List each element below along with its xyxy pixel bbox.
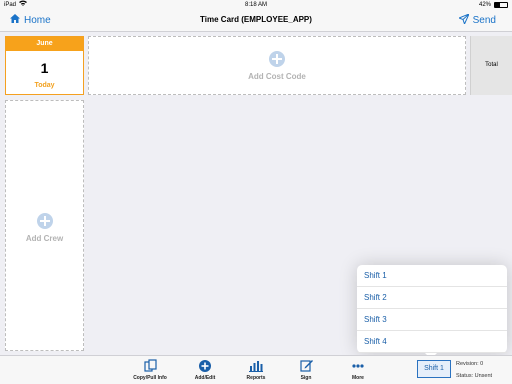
shift-menu: Shift 1 Shift 2 Shift 3 Shift 4 [357, 265, 507, 359]
today-label: Today [34, 82, 55, 89]
sign-button[interactable]: Sign [281, 359, 331, 381]
battery-icon [494, 2, 508, 8]
shift-menu-item[interactable]: Shift 1 [357, 265, 507, 287]
copy-icon [125, 359, 175, 372]
send-label: Send [472, 15, 496, 26]
status-time: 8:18 AM [244, 2, 267, 8]
total-column: Total [470, 36, 512, 95]
copy-pull-info-button[interactable]: Copy/Pull Info [125, 359, 175, 381]
date-card[interactable]: June 1 Today [5, 36, 84, 95]
shift-menu-item[interactable]: Shift 4 [357, 331, 507, 353]
sign-label: Sign [300, 375, 312, 381]
send-icon [457, 13, 470, 27]
copy-pull-info-label: Copy/Pull Info [133, 375, 167, 381]
add-crew-button[interactable]: Add Crew [5, 100, 84, 351]
page-title: Time Card (EMPLOYEE_APP) [200, 15, 312, 24]
add-cost-code-label: Add Cost Code [248, 72, 306, 81]
bar-chart-icon [231, 359, 281, 372]
more-label: More [352, 375, 364, 381]
more-button[interactable]: More [333, 359, 383, 381]
add-edit-button[interactable]: Add/Edit [180, 359, 230, 381]
add-circle-icon [36, 213, 53, 229]
edit-icon [281, 359, 331, 372]
date-day: 1 [40, 60, 49, 76]
revision-label: Revision: 0 [456, 361, 484, 367]
date-month: June [6, 37, 83, 51]
shift-menu-item[interactable]: Shift 2 [357, 287, 507, 309]
send-button[interactable]: Send [457, 13, 496, 27]
add-icon [180, 359, 230, 372]
battery-percent: 42% [478, 2, 491, 8]
add-edit-label: Add/Edit [194, 375, 216, 381]
reports-button[interactable]: Reports [231, 359, 281, 381]
status-bar: iPad 8:18 AM 42% [0, 0, 512, 10]
navigation-bar: Home Time Card (EMPLOYEE_APP) Send [0, 10, 512, 32]
add-cost-code-button[interactable]: Add Cost Code [88, 36, 466, 95]
status-label: Status: Unsent [456, 373, 493, 379]
reports-label: Reports [246, 375, 266, 381]
revision-status: Revision: 0 Status: Unsent [456, 358, 492, 382]
add-crew-label: Add Crew [25, 234, 64, 243]
more-dots-icon [333, 359, 383, 372]
total-label: Total [485, 62, 498, 68]
shift-selector-button[interactable]: Shift 1 [417, 360, 451, 378]
add-circle-icon [269, 51, 285, 67]
shift-menu-item[interactable]: Shift 3 [357, 309, 507, 331]
